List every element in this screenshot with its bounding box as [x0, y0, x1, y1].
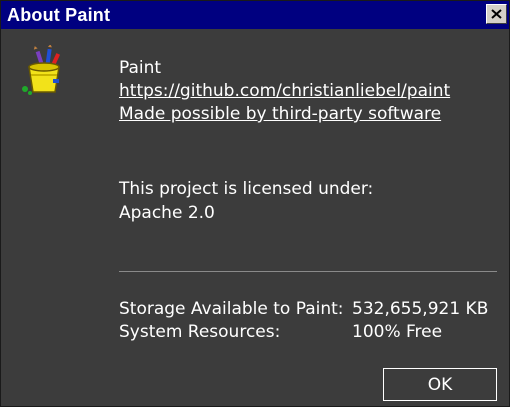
storage-label: Storage Available to Paint: — [119, 299, 344, 319]
license-intro: This project is licensed under: — [119, 179, 374, 199]
close-button[interactable] — [486, 4, 507, 24]
separator — [119, 271, 497, 272]
stat-row-storage: Storage Available to Paint: 532,655,921 … — [119, 298, 488, 321]
close-icon — [491, 9, 502, 19]
repo-link[interactable]: https://github.com/christianliebel/paint — [119, 80, 450, 103]
window-title: About Paint — [7, 4, 111, 25]
resources-value: 100% Free — [352, 322, 443, 342]
paint-bucket-icon — [22, 45, 61, 95]
resources-label: System Resources: — [119, 322, 281, 342]
about-dialog: About Paint Paint https://github.com/chr… — [0, 0, 510, 407]
app-info: Paint https://github.com/christianliebel… — [119, 57, 450, 126]
storage-value: 532,655,921 KB — [352, 299, 489, 319]
system-stats: Storage Available to Paint: 532,655,921 … — [119, 298, 488, 344]
title-bar: About Paint — [1, 1, 509, 29]
stat-row-resources: System Resources: 100% Free — [119, 321, 488, 344]
license-info: This project is licensed under: Apache 2… — [119, 177, 373, 225]
app-name: Paint — [119, 58, 162, 78]
ok-button[interactable]: OK — [383, 368, 497, 401]
license-name: Apache 2.0 — [119, 203, 215, 223]
third-party-link[interactable]: Made possible by third-party software — [119, 103, 450, 126]
